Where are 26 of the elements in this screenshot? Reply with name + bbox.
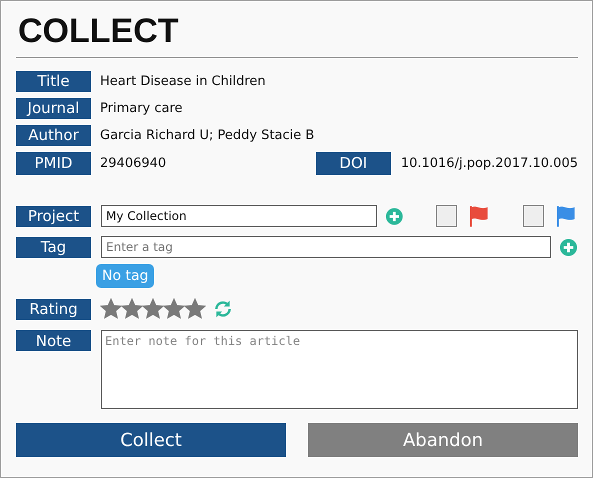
action-button[interactable]: Collect xyxy=(16,423,286,457)
heading: COLLECT xyxy=(18,11,180,52)
field-value: 10.1016/j.pop.2017.10.005 xyxy=(400,156,578,170)
note-field[interactable]: Enter note for this article xyxy=(101,330,578,409)
field-label: Note xyxy=(16,330,91,351)
refresh-icon[interactable] xyxy=(213,299,233,319)
field-value: Primary care xyxy=(100,100,183,116)
field-label: DOI xyxy=(316,152,391,174)
project-field[interactable]: My Collection xyxy=(101,205,377,227)
checkbox[interactable] xyxy=(522,205,544,227)
action-button[interactable]: Abandon xyxy=(308,423,578,457)
field-label: Title xyxy=(16,70,91,92)
field-label: Project xyxy=(16,206,91,226)
checkbox[interactable] xyxy=(436,205,458,227)
field-label: Tag xyxy=(16,236,91,258)
field-value: Garcia Richard U; Peddy Stacie B xyxy=(100,128,314,142)
star-rating[interactable] xyxy=(100,298,205,320)
field-label: Author xyxy=(16,124,91,146)
field-label: Journal xyxy=(16,98,91,118)
field-label: Rating xyxy=(16,298,91,320)
field-label: PMID xyxy=(16,152,91,174)
tag-field[interactable]: Enter a tag xyxy=(101,236,551,258)
add-icon[interactable] xyxy=(384,206,404,226)
field-value: 29406940 xyxy=(100,156,168,170)
field-value: Heart Disease in Children xyxy=(100,74,266,88)
add-icon[interactable] xyxy=(559,238,578,256)
